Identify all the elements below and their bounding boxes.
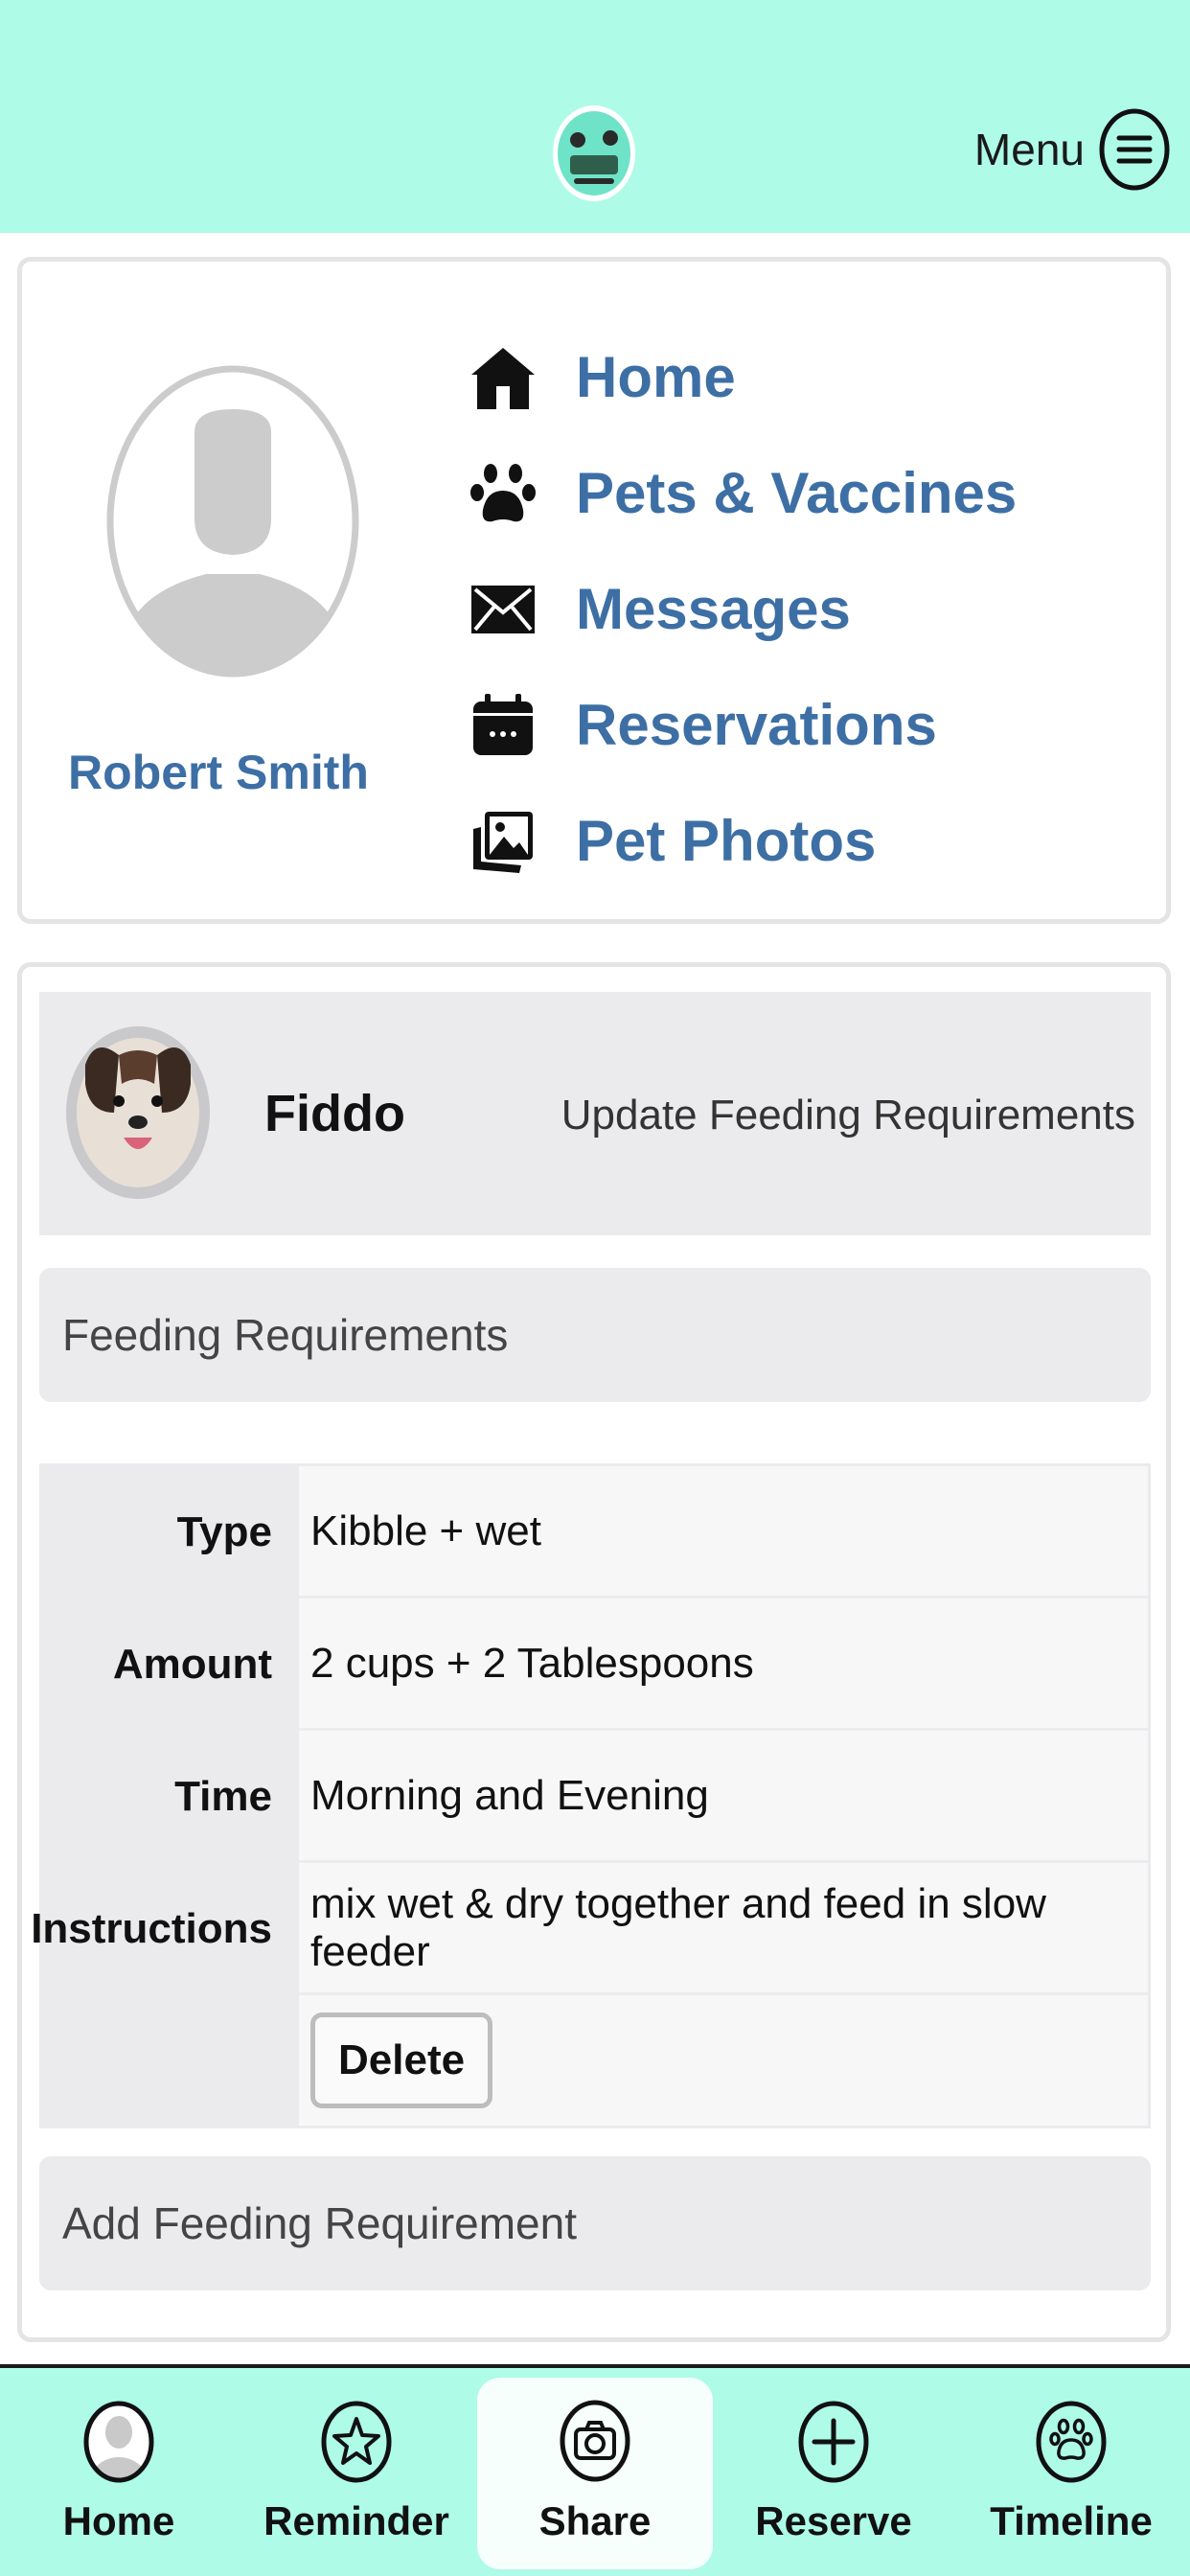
bottom-nav-reserve[interactable]: Reserve (715, 2368, 952, 2576)
calendar-icon (465, 687, 541, 764)
pet-name: Fiddo (264, 1085, 405, 1142)
top-bar: Menu (0, 0, 1190, 233)
paw-icon (465, 455, 541, 532)
menu-button[interactable]: Menu (974, 105, 1171, 194)
nav-item-pet-photos[interactable]: Pet Photos (465, 783, 1017, 899)
row-label-type: Type (42, 1466, 299, 1598)
row-value-instructions: mix wet & dry together and feed in slow … (299, 1863, 1148, 1995)
nav-item-home[interactable]: Home (465, 319, 1017, 435)
table-row: Type Kibble + wet (42, 1466, 1148, 1598)
bottom-nav-label: Timeline (990, 2498, 1153, 2543)
row-label-instructions: Instructions (31, 1863, 299, 1995)
add-feeding-requirement-button[interactable]: Add Feeding Requirement (39, 2156, 1151, 2290)
envelope-icon (465, 571, 541, 648)
nav-label-reservations: Reservations (576, 693, 937, 757)
nav-label-pet-photos: Pet Photos (576, 809, 877, 873)
feeding-requirements-heading: Feeding Requirements (39, 1268, 1151, 1402)
pet-photo[interactable] (66, 1026, 210, 1199)
bottom-nav-label: Share (538, 2498, 652, 2543)
nav-label-messages: Messages (576, 577, 851, 641)
nav-item-reservations[interactable]: Reservations (465, 667, 1017, 783)
nav-label-pets-vaccines: Pets & Vaccines (576, 461, 1018, 525)
bottom-nav-share[interactable]: Share (477, 2378, 713, 2569)
bottom-nav-timeline[interactable]: Timeline (952, 2368, 1190, 2576)
row-value-type: Kibble + wet (299, 1466, 1148, 1598)
camera-icon (557, 2397, 633, 2485)
row-actions-cell: Delete (299, 1995, 1148, 2126)
nav-item-pets-vaccines[interactable]: Pets & Vaccines (465, 435, 1017, 551)
table-row: Time Morning and Evening (42, 1731, 1148, 1863)
row-value-time: Morning and Evening (299, 1731, 1148, 1863)
update-feeding-link[interactable]: Update Feeding Requirements (561, 1092, 1135, 1139)
row-value-amount: 2 cups + 2 Tablespoons (299, 1598, 1148, 1731)
row-label-time: Time (42, 1731, 299, 1863)
row-label-amount: Amount (42, 1598, 299, 1731)
user-name[interactable]: Robert Smith (60, 745, 377, 800)
bottom-nav-label: Reminder (263, 2498, 449, 2543)
bottom-nav-label: Reserve (755, 2498, 912, 2543)
profile-panel: Robert Smith Home Pets & Vaccines Messag… (17, 257, 1171, 924)
pet-feeding-panel: Fiddo Update Feeding Requirements Feedin… (17, 962, 1171, 2342)
photos-icon (465, 803, 541, 880)
person-icon (80, 2398, 157, 2486)
profile-nav: Home Pets & Vaccines Messages Reservatio… (465, 319, 1017, 899)
pet-logo-icon[interactable] (553, 105, 635, 201)
delete-button[interactable]: Delete (310, 2012, 493, 2108)
bottom-nav-label: Home (62, 2498, 175, 2543)
pet-header: Fiddo Update Feeding Requirements (39, 992, 1151, 1235)
menu-label: Menu (973, 125, 1085, 174)
paw-icon (1033, 2398, 1110, 2486)
avatar[interactable] (106, 365, 359, 678)
table-row: Amount 2 cups + 2 Tablespoons (42, 1598, 1148, 1731)
house-icon (465, 339, 541, 416)
bottom-nav: Home Reminder Share Reserve Timeline (0, 2364, 1190, 2576)
row-label-empty (42, 1995, 299, 2126)
table-row-actions: Delete (42, 1995, 1148, 2126)
bottom-nav-reminder[interactable]: Reminder (238, 2368, 475, 2576)
nav-label-home: Home (576, 345, 736, 409)
bottom-nav-home[interactable]: Home (0, 2368, 238, 2576)
plus-icon (795, 2398, 872, 2486)
hamburger-icon (1098, 107, 1171, 192)
table-row: Instructions mix wet & dry together and … (31, 1863, 1148, 1995)
nav-item-messages[interactable]: Messages (465, 551, 1017, 667)
feeding-requirements-table: Type Kibble + wet Amount 2 cups + 2 Tabl… (31, 1463, 1151, 2128)
star-icon (318, 2398, 395, 2486)
